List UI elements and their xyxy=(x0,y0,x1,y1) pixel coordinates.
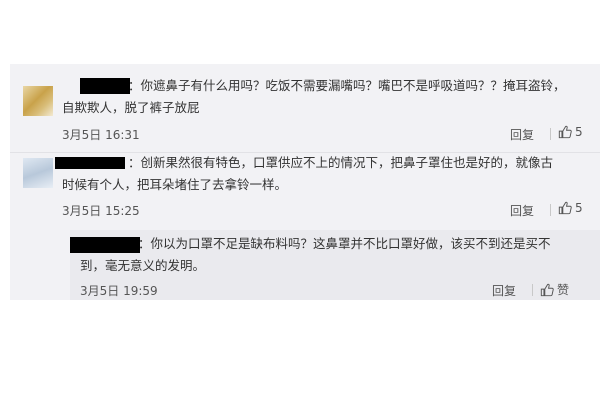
comments-panel: ：你遮鼻子有什么用吗？吃饭不需要漏嘴吗？嘴巴不是呼吸道吗？？掩耳盗铃， 自欺欺人… xyxy=(10,64,600,300)
like-button[interactable]: 5 xyxy=(558,125,583,139)
avatar[interactable] xyxy=(23,158,53,188)
comment-timestamp: 3月5日 16:31 xyxy=(62,128,140,142)
username-redacted[interactable] xyxy=(80,78,130,94)
action-separator xyxy=(550,128,551,140)
reply-text-line: ：你以为口罩不足是缺布料吗？这鼻罩并不比口罩好做，该买不到还是买不 xyxy=(138,236,551,251)
like-button[interactable]: 赞 xyxy=(540,281,569,298)
action-separator xyxy=(550,204,551,216)
reply-button[interactable]: 回复 xyxy=(492,282,516,299)
like-count: 5 xyxy=(575,201,583,215)
reply-button[interactable]: 回复 xyxy=(510,126,534,143)
action-separator xyxy=(532,284,533,296)
like-count: 5 xyxy=(575,125,583,139)
thumbs-up-icon xyxy=(558,201,572,215)
comment-text-line: 自欺欺人，脱了裤子放屁 xyxy=(62,100,200,115)
reply-button[interactable]: 回复 xyxy=(510,202,534,219)
comment-text-line: ：你遮鼻子有什么用吗？吃饭不需要漏嘴吗？嘴巴不是呼吸道吗？？掩耳盗铃， xyxy=(128,78,566,93)
avatar[interactable] xyxy=(23,86,53,116)
reply-item: ：你以为口罩不足是缺布料吗？这鼻罩并不比口罩好做，该买不到还是买不 到，毫无意义… xyxy=(70,230,600,300)
thumbs-up-icon xyxy=(540,283,554,296)
thumbs-up-icon xyxy=(558,125,572,139)
reply-text-line: 到，毫无意义的发明。 xyxy=(80,258,206,273)
like-button[interactable]: 5 xyxy=(558,201,583,215)
comment-text-line: 时候有个人，把耳朵堵住了去拿铃一样。 xyxy=(62,177,288,192)
like-label: 赞 xyxy=(557,283,570,297)
username-redacted[interactable] xyxy=(70,237,140,253)
comment-text-line: ：创新果然很有特色，口罩供应不上的情况下，把鼻子罩住也是好的，就像古 xyxy=(128,155,554,170)
comment-timestamp: 3月5日 15:25 xyxy=(62,204,140,218)
username-redacted[interactable] xyxy=(55,157,125,169)
reply-timestamp: 3月5日 19:59 xyxy=(80,284,158,298)
